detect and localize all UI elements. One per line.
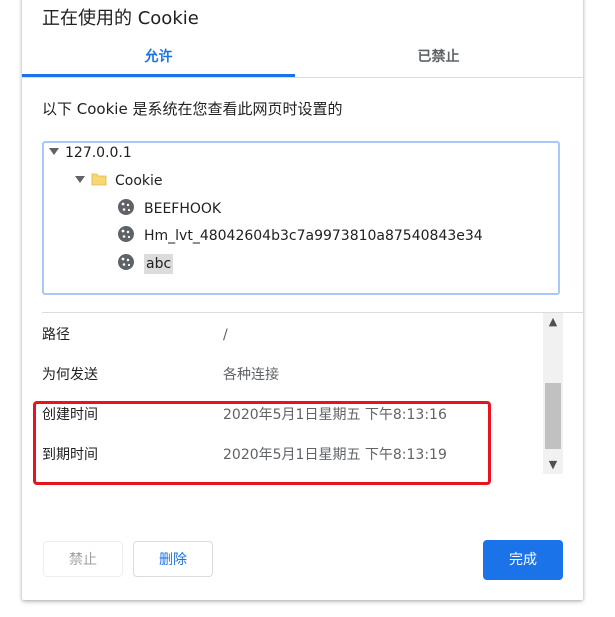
cookie-icon: [118, 199, 134, 215]
detail-row-path: 路径 /: [42, 315, 542, 355]
cookie-icon: [118, 226, 134, 242]
done-button[interactable]: 完成: [483, 540, 563, 580]
tab-allowed[interactable]: 允许: [22, 40, 295, 77]
remove-button[interactable]: 删除: [133, 541, 213, 577]
triangle-expanded-icon[interactable]: [49, 147, 59, 155]
detail-value: 各种连接: [223, 367, 279, 383]
tree-node-cookie[interactable]: BEEFHOOK: [117, 197, 221, 221]
details-scrollbar[interactable]: ▲ ▼: [543, 313, 563, 474]
cookie-tree[interactable]: 127.0.0.1 Cookie BEEFHOOK Hm_lvt_4804260…: [42, 141, 560, 295]
active-tab-indicator: [22, 74, 295, 77]
cookie-label: abc: [144, 254, 174, 274]
folder-label: Cookie: [115, 173, 163, 189]
dialog-title: 正在使用的 Cookie: [42, 8, 199, 29]
detail-label: 路径: [42, 327, 70, 343]
cookies-dialog: 正在使用的 Cookie 允许 已禁止 以下 Cookie 是系统在您查看此网页…: [22, 0, 583, 600]
cookie-label: Hm_lvt_48042604b3c7a9973810a87540843e34: [144, 228, 483, 244]
triangle-expanded-icon[interactable]: [75, 175, 85, 183]
scroll-thumb[interactable]: [545, 383, 561, 449]
tree-node-cookie-selected[interactable]: abc: [117, 252, 174, 276]
site-label: 127.0.0.1: [65, 145, 132, 161]
detail-label: 到期时间: [42, 447, 98, 463]
folder-icon: [91, 173, 107, 186]
tree-node-site[interactable]: 127.0.0.1: [49, 141, 132, 165]
detail-value: 2020年5月1日星期五 下午8:13:16: [223, 407, 447, 423]
tab-bar: 允许 已禁止: [22, 40, 583, 78]
cookie-details: 路径 / 为何发送 各种连接 创建时间 2020年5月1日星期五 下午8:13:…: [42, 313, 563, 474]
detail-label: 创建时间: [42, 407, 98, 423]
cookie-icon: [118, 254, 134, 270]
detail-row-expires: 到期时间 2020年5月1日星期五 下午8:13:19: [42, 435, 542, 475]
tree-node-cookie[interactable]: Hm_lvt_48042604b3c7a9973810a87540843e34: [117, 224, 483, 248]
detail-label: 为何发送: [42, 367, 98, 383]
cookies-description: 以下 Cookie 是系统在您查看此网页时设置的: [42, 100, 343, 118]
tab-blocked[interactable]: 已禁止: [302, 40, 575, 77]
detail-row-created: 创建时间 2020年5月1日星期五 下午8:13:16: [42, 395, 542, 435]
detail-value: /: [223, 327, 228, 343]
block-button[interactable]: 禁止: [43, 541, 123, 577]
detail-row-send-for: 为何发送 各种连接: [42, 355, 542, 395]
detail-value: 2020年5月1日星期五 下午8:13:19: [223, 447, 447, 463]
scroll-up-icon[interactable]: ▲: [543, 313, 563, 331]
scroll-down-icon[interactable]: ▼: [543, 456, 563, 474]
tree-node-cookie-folder[interactable]: Cookie: [75, 169, 163, 193]
cookie-label: BEEFHOOK: [144, 201, 222, 217]
